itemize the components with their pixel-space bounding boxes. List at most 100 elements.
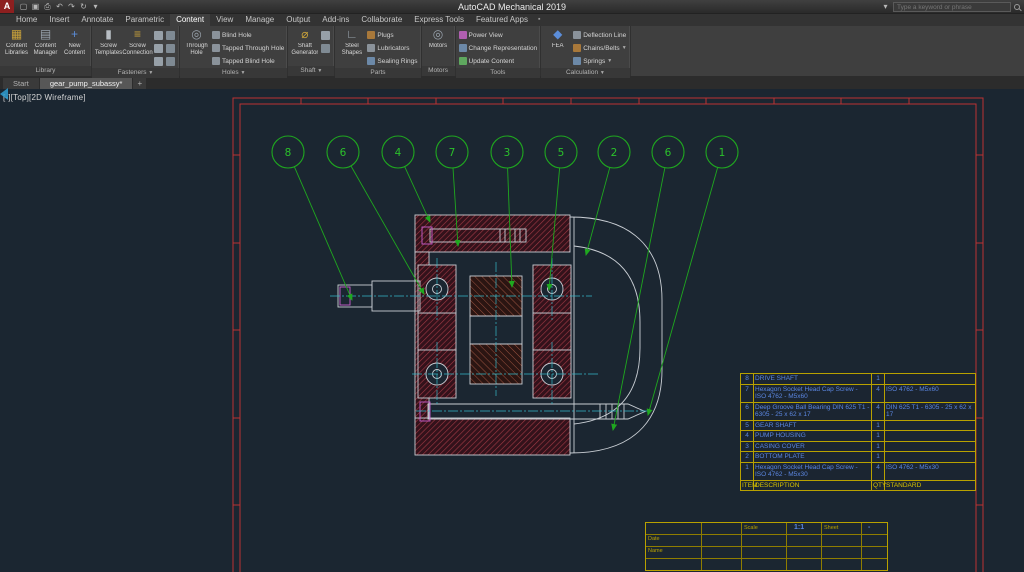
file-tab-start[interactable]: Start (3, 78, 39, 89)
qat-dropdown-icon[interactable]: ▾ (91, 2, 100, 12)
ribbon-tab-annotate[interactable]: Annotate (75, 14, 119, 26)
balloon-leader (586, 167, 610, 255)
panel-motors-label[interactable]: Motors (422, 66, 455, 76)
svg-text:2: 2 (611, 147, 618, 159)
shaft-generator-button[interactable]: ⌀ Shaft Generator (291, 27, 318, 65)
lubricators-button[interactable]: Lubricators (367, 42, 417, 54)
ribbon-tab-content[interactable]: Content (170, 14, 210, 26)
screw-connection-icon: ≡ (134, 27, 141, 42)
pin-icon[interactable] (154, 44, 163, 53)
motors-label: Motors (429, 43, 447, 50)
new-content-button[interactable]: + New Content (61, 27, 88, 65)
bottom-plate-section (415, 418, 570, 455)
ribbon-tab-parametric[interactable]: Parametric (119, 14, 170, 26)
autocad-app-logo[interactable]: A (0, 0, 14, 13)
parts-list-row: 6Deep Groove Ball Bearing DIN 625 T1 - 6… (741, 403, 975, 421)
blind-hole-icon (212, 31, 220, 39)
file-tab-gear-pump-subassy[interactable]: gear_pump_subassy* (40, 78, 133, 89)
tapped-through-hole-button[interactable]: Tapped Through Hole (212, 42, 284, 54)
parts-list-row: 2BOTTOM PLATE1 (741, 452, 975, 463)
drawing-canvas[interactable]: 864735261 [-][Top][2D Wireframe] 8DRIVE … (0, 89, 1024, 572)
balloon-6[interactable]: 6 (613, 136, 684, 430)
steel-shapes-button[interactable]: ∟ Steel Shapes (338, 27, 365, 67)
tapped-blind-hole-button[interactable]: Tapped Blind Hole (212, 55, 284, 67)
change-representation-button[interactable]: Change Representation (459, 42, 538, 54)
nut-icon[interactable] (154, 31, 163, 40)
lubricators-icon (367, 44, 375, 52)
content-manager-button[interactable]: ▤ Content Manager (32, 27, 59, 65)
new-file-icon[interactable]: ▢ (19, 2, 28, 12)
shaft-break-icon[interactable] (321, 31, 330, 40)
parts-list-row: 8DRIVE SHAFT1 (741, 374, 975, 385)
panel-library-label[interactable]: Library (0, 66, 91, 76)
screw-templates-button[interactable]: ▮ Screw Templates (95, 27, 122, 67)
ribbon-tab-add-ins[interactable]: Add-ins (316, 14, 355, 26)
date-label: Date (648, 536, 660, 542)
plugs-button[interactable]: Plugs (367, 29, 417, 41)
panel-tools-label[interactable]: Tools (456, 68, 541, 78)
panel-shaft-label[interactable]: Shaft ▼ (288, 66, 334, 76)
search-dropdown-icon[interactable]: ▾ (881, 2, 890, 12)
panel-library: ▦ Content Libraries ▤ Content Manager + … (0, 26, 92, 76)
springs-button[interactable]: Springs ▼ (573, 55, 626, 67)
balloon-6[interactable]: 6 (327, 136, 424, 294)
balloon-1[interactable]: 1 (648, 136, 738, 415)
search-icon[interactable] (1014, 4, 1020, 10)
save-icon[interactable]: ▣ (31, 2, 40, 12)
balloon-2[interactable]: 2 (586, 136, 630, 255)
refresh-icon[interactable]: ↻ (79, 2, 88, 12)
power-view-button[interactable]: Power View (459, 29, 538, 41)
deflection-line-button[interactable]: Deflection Line (573, 29, 626, 41)
ribbon-tab-manage[interactable]: Manage (239, 14, 280, 26)
retaining-ring-icon[interactable] (154, 57, 163, 66)
viewport-controls[interactable]: [-][Top][2D Wireframe] (3, 93, 86, 102)
panel-parts-label[interactable]: Parts (335, 68, 420, 78)
fea-button[interactable]: ◆ FEA (544, 27, 571, 67)
shaft-tools (320, 27, 331, 65)
svg-text:4: 4 (395, 147, 402, 159)
sealing-rings-button[interactable]: Sealing Rings (367, 55, 417, 67)
title-block: Scale 1:1 Sheet - Date Name (645, 522, 888, 571)
panel-fasteners-label[interactable]: Fasteners ▼ (92, 68, 179, 78)
balloon-4[interactable]: 4 (382, 136, 430, 222)
fea-icon: ◆ (553, 27, 562, 42)
parts-list-row: 4PUMP HOUSING1 (741, 431, 975, 442)
threaded-rod-icon[interactable] (166, 57, 175, 66)
through-hole-label: Through Hole (183, 43, 210, 56)
panel-holes-label[interactable]: Holes ▼ (180, 68, 287, 78)
window-title: AutoCAD Mechanical 2019 (0, 2, 1024, 12)
screw-templates-label: Screw Templates (95, 43, 122, 56)
svg-text:6: 6 (340, 147, 347, 159)
through-hole-button[interactable]: ◎ Through Hole (183, 27, 210, 67)
deflection-line-icon (573, 31, 581, 39)
shaft-generator-label: Shaft Generator (291, 43, 318, 56)
content-libraries-button[interactable]: ▦ Content Libraries (3, 27, 30, 65)
undo-icon[interactable]: ↶ (55, 2, 64, 12)
ribbon-tab-insert[interactable]: Insert (43, 14, 75, 26)
ribbon-tab-home[interactable]: Home (10, 14, 43, 26)
blind-hole-button[interactable]: Blind Hole (212, 29, 284, 41)
panel-calculation-label[interactable]: Calculation ▼ (541, 68, 629, 78)
screw-connection-button[interactable]: ≡ Screw Connection (124, 27, 151, 67)
motors-icon: ◎ (433, 27, 443, 42)
panel-collapse-arrow[interactable] (0, 88, 8, 100)
new-drawing-tab-button[interactable]: + (133, 78, 146, 89)
ribbon-tab-express-tools[interactable]: Express Tools (408, 14, 470, 26)
chains-belts-button[interactable]: Chains/Belts ▼ (573, 42, 626, 54)
ribbon-options-icon[interactable]: ▪ (534, 14, 544, 26)
motors-button[interactable]: ◎ Motors (425, 27, 452, 65)
ribbon-tab-output[interactable]: Output (280, 14, 316, 26)
plot-icon[interactable]: ⎙ (43, 2, 52, 12)
search-input[interactable] (893, 2, 1011, 12)
update-content-button[interactable]: Update Content (459, 55, 538, 67)
ribbon-tab-view[interactable]: View (210, 14, 239, 26)
redo-icon[interactable]: ↷ (67, 2, 76, 12)
ribbon-tab-featured-apps[interactable]: Featured Apps (470, 14, 534, 26)
thread-icon[interactable] (321, 44, 330, 53)
ribbon-tab-collaborate[interactable]: Collaborate (355, 14, 408, 26)
balloon-leader (294, 167, 352, 300)
rivet-icon[interactable] (166, 44, 175, 53)
svg-text:1: 1 (719, 147, 726, 159)
balloon-8[interactable]: 8 (272, 136, 352, 300)
washer-icon[interactable] (166, 31, 175, 40)
